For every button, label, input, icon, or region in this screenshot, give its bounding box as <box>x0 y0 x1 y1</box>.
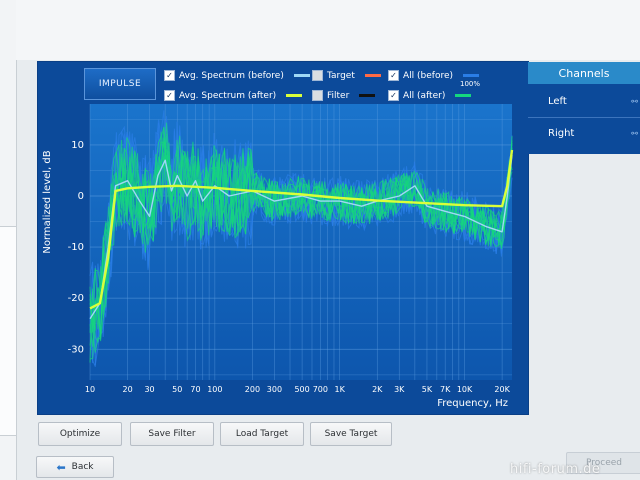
channels-header: Channels <box>528 62 640 84</box>
x-tick-label: 700 <box>313 385 328 394</box>
back-arrow-icon: ⬅ <box>56 460 66 474</box>
channel-left[interactable]: Left ⚯ <box>528 86 640 116</box>
x-tick-label: 5K <box>422 385 433 394</box>
y-axis-label: Normalized level, dB <box>42 150 53 253</box>
back-button-label: Back <box>71 462 94 472</box>
x-tick-label: 2K <box>372 385 383 394</box>
channel-right[interactable]: Right ⚯ <box>528 118 640 148</box>
x-tick-label: 20 <box>122 385 132 394</box>
channel-left-label: Left <box>548 95 567 107</box>
back-button[interactable]: ⬅ Back <box>36 456 114 478</box>
x-tick-label: 100 <box>207 385 222 394</box>
x-tick-label: 20K <box>494 385 510 394</box>
top-area <box>16 0 640 60</box>
x-tick-label: 10K <box>457 385 473 394</box>
x-tick-label: 3K <box>394 385 405 394</box>
save-filter-button[interactable]: Save Filter <box>130 422 214 446</box>
y-tick-label: -30 <box>68 344 84 355</box>
y-tick-label: -10 <box>68 242 84 253</box>
y-tick-label: -20 <box>68 293 84 304</box>
y-tick-label: 10 <box>71 140 84 151</box>
x-tick-label: 10 <box>85 385 95 394</box>
x-tick-label: 500 <box>294 385 309 394</box>
x-tick-label: 1K <box>335 385 346 394</box>
x-axis-label: Frequency, Hz <box>437 398 508 409</box>
x-tick-label: 30 <box>144 385 154 394</box>
sidebar-panel <box>0 226 17 436</box>
x-tick-label: 70 <box>190 385 200 394</box>
x-tick-label: 7K <box>440 385 451 394</box>
frequency-response-chart: 10 20 30 50 70 100 200 300 500 700 1K 2K 3K 5K 7K 10K 20… <box>42 104 514 409</box>
watermark: hifi-forum.de <box>510 462 601 477</box>
y-tick-label: 0 <box>78 191 84 202</box>
link-icon[interactable]: ⚯ <box>631 129 638 138</box>
channel-right-label: Right <box>548 127 575 139</box>
link-icon[interactable]: ⚯ <box>631 97 638 106</box>
optimize-button[interactable]: Optimize <box>38 422 122 446</box>
x-tick-label: 50 <box>172 385 182 394</box>
load-target-button[interactable]: Load Target <box>220 422 304 446</box>
x-tick-label: 200 <box>245 385 260 394</box>
x-tick-label: 300 <box>267 385 282 394</box>
save-target-button[interactable]: Save Target <box>310 422 392 446</box>
